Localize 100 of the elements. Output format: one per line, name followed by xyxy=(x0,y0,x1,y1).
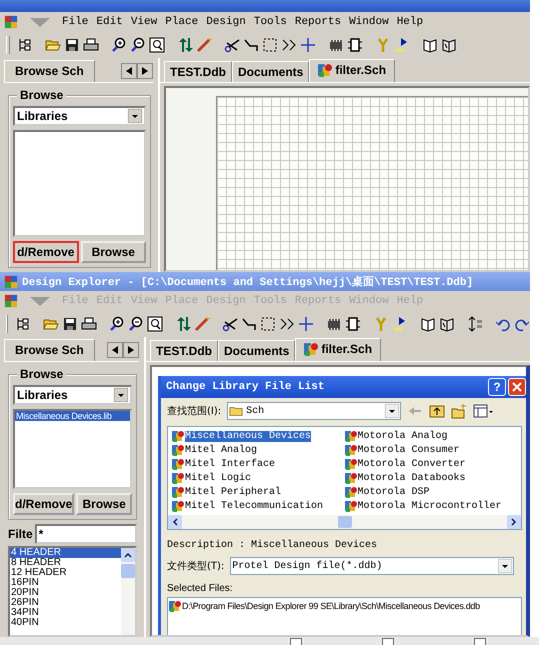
book-icon[interactable] xyxy=(441,37,457,53)
file-list-item[interactable]: Motorola Microcontroller xyxy=(344,499,517,513)
book-icon[interactable] xyxy=(420,316,436,332)
component-list-item[interactable]: 26PIN xyxy=(10,598,121,608)
file-list-item[interactable]: Mitel Telecommunication xyxy=(172,499,344,513)
zoom-in-icon[interactable] xyxy=(111,37,127,53)
save-icon[interactable] xyxy=(62,316,78,332)
component-list-item[interactable]: 40PIN xyxy=(10,618,121,628)
up-down-arrows-icon[interactable] xyxy=(177,37,193,53)
scroll-up-button[interactable] xyxy=(121,548,135,562)
printer-icon[interactable] xyxy=(81,316,97,332)
browse-button[interactable]: Browse xyxy=(76,493,132,515)
component-list-item[interactable]: 34PIN xyxy=(10,608,121,618)
panel-tab[interactable]: Browse Sch xyxy=(4,60,95,82)
scroll-left-button[interactable] xyxy=(121,63,137,79)
view-menu-icon[interactable] xyxy=(473,403,494,419)
checkbox[interactable] xyxy=(290,638,302,645)
component-icon[interactable] xyxy=(345,316,361,332)
add-remove-button[interactable]: d/Remove xyxy=(13,493,74,515)
new-folder-icon[interactable] xyxy=(451,403,468,419)
file-list-item[interactable]: Mitel Analog xyxy=(172,443,344,457)
zoom-fit-icon[interactable] xyxy=(149,37,165,53)
library-type-dropdown[interactable]: Libraries xyxy=(13,106,146,126)
file-list-item[interactable]: Mitel Interface xyxy=(172,457,344,471)
scroll-left-button[interactable] xyxy=(168,515,182,529)
document-tab[interactable]: Documents xyxy=(232,61,310,82)
dropdown-arrow-icon[interactable] xyxy=(498,559,512,573)
close-button[interactable] xyxy=(508,378,526,396)
scroll-left-button[interactable] xyxy=(107,342,123,358)
zoom-out-icon[interactable] xyxy=(130,37,146,53)
line-icon[interactable] xyxy=(241,316,257,332)
zoom-in-icon[interactable] xyxy=(109,316,125,332)
zoom-out-icon[interactable] xyxy=(128,316,144,332)
printer-icon[interactable] xyxy=(83,37,99,53)
file-list-item[interactable]: Motorola Analog xyxy=(344,429,517,443)
component-icon[interactable] xyxy=(347,37,363,53)
menu-item[interactable]: Window xyxy=(345,16,393,28)
checkbox[interactable] xyxy=(382,638,394,645)
library-type-dropdown[interactable]: Libraries xyxy=(13,385,132,405)
document-tab[interactable]: filter.Sch xyxy=(295,338,382,361)
file-list-item[interactable]: Motorola DSP xyxy=(344,485,517,499)
document-tab[interactable]: filter.Sch xyxy=(309,59,396,82)
add-remove-button[interactable]: d/Remove xyxy=(13,241,78,263)
up-down-arrows-icon[interactable] xyxy=(175,316,191,332)
align-icon[interactable] xyxy=(467,316,483,332)
chip-icon[interactable] xyxy=(326,316,342,332)
chevrons-icon[interactable] xyxy=(279,316,295,332)
file-type-dropdown[interactable]: Protel Design file(*.ddb) xyxy=(230,557,514,575)
menu-item[interactable]: Help xyxy=(392,16,428,28)
component-list-item[interactable]: 20PIN xyxy=(10,588,121,598)
cross-icon[interactable] xyxy=(300,37,316,53)
scissors-icon[interactable] xyxy=(222,316,238,332)
dashed-rectangle-icon[interactable] xyxy=(260,316,276,332)
file-list-item[interactable]: Motorola Converter xyxy=(344,457,517,471)
scroll-thumb[interactable] xyxy=(338,516,352,528)
book-icon[interactable] xyxy=(439,316,455,332)
panel-tab[interactable]: Browse Sch xyxy=(4,339,95,361)
save-icon[interactable] xyxy=(64,37,80,53)
app-logo-icon[interactable] xyxy=(4,15,18,29)
cross-icon[interactable] xyxy=(298,316,314,332)
browse-button[interactable]: Browse xyxy=(80,241,146,263)
menu-item[interactable]: Place xyxy=(161,16,202,28)
dropdown-arrow-icon[interactable] xyxy=(114,388,128,402)
menu-item[interactable]: File xyxy=(58,16,92,28)
scroll-right-button[interactable] xyxy=(123,342,139,358)
scroll-thumb[interactable] xyxy=(121,564,135,578)
scrollbar[interactable] xyxy=(168,515,521,529)
dropdown-arrow-icon[interactable] xyxy=(385,404,400,418)
scissors-icon[interactable] xyxy=(224,37,240,53)
look-in-dropdown[interactable]: Sch xyxy=(227,402,402,420)
up-folder-icon[interactable] xyxy=(429,403,446,419)
selected-file-path[interactable]: D:\Program Files\Design Explorer 99 SE\Library\Sch\Miscellaneous Devices.ddb xyxy=(182,601,480,611)
filter-field[interactable]: * xyxy=(34,524,137,544)
dropdown-arrow-icon[interactable] xyxy=(128,109,142,123)
document-tab[interactable]: TEST.Ddb xyxy=(150,340,218,361)
document-tab[interactable]: Documents xyxy=(218,340,296,361)
file-list-item[interactable]: Motorola Databooks xyxy=(344,471,517,485)
component-list-item[interactable]: 8 HEADER xyxy=(10,558,121,568)
file-list-item[interactable]: Mitel Peripheral xyxy=(172,485,344,499)
dashed-rectangle-icon[interactable] xyxy=(262,37,278,53)
app-logo-icon[interactable] xyxy=(4,294,18,308)
library-list-item[interactable]: Miscellaneous Devices.lib xyxy=(15,411,130,421)
component-list-item[interactable]: 16PIN xyxy=(10,578,121,588)
component-list-item[interactable]: 12 HEADER xyxy=(10,568,121,578)
checkbox[interactable] xyxy=(474,638,486,645)
wand-icon[interactable] xyxy=(196,37,212,53)
scrollbar[interactable] xyxy=(121,548,135,635)
component-list-item[interactable]: 4 HEADER xyxy=(10,548,121,558)
chevrons-icon[interactable] xyxy=(281,37,297,53)
zoom-fit-icon[interactable] xyxy=(147,316,163,332)
scroll-right-button[interactable] xyxy=(507,515,521,529)
document-tab[interactable]: TEST.Ddb xyxy=(164,61,232,82)
menu-item[interactable]: Design xyxy=(202,16,250,28)
help-button[interactable]: ? xyxy=(488,378,506,396)
file-list-item[interactable]: Mitel Logic xyxy=(172,471,344,485)
scroll-right-button[interactable] xyxy=(137,63,153,79)
book-icon[interactable] xyxy=(422,37,438,53)
line-icon[interactable] xyxy=(243,37,259,53)
wand-icon[interactable] xyxy=(194,316,210,332)
menu-item[interactable]: Edit xyxy=(92,16,127,28)
